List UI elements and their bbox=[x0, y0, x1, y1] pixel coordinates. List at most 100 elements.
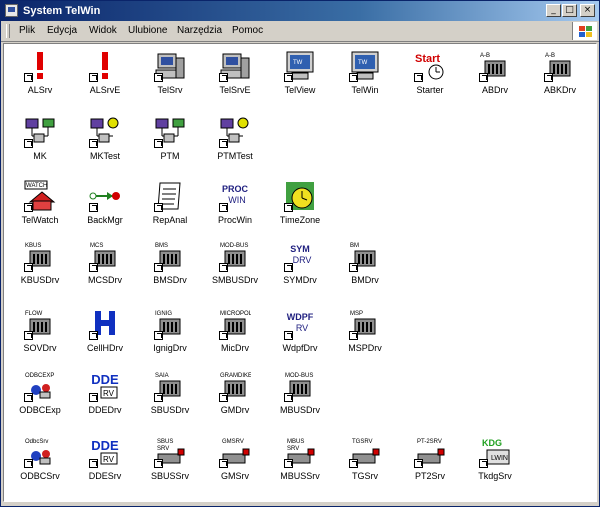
shortcut-telview[interactable]: TW TelView bbox=[268, 50, 332, 106]
shortcut-mktest[interactable]: MKTest bbox=[73, 116, 137, 172]
shortcut-mspdrv[interactable]: MSP MSPDrv bbox=[333, 308, 397, 364]
maximize-button[interactable]: □ bbox=[562, 4, 577, 17]
text-icon: PROC WIN bbox=[219, 180, 251, 212]
shortcut-arrow-icon bbox=[219, 263, 228, 272]
network-computers-icon bbox=[154, 116, 186, 148]
menu-bar: Plik Edycja Widok Ulubione Narzędzia Pom… bbox=[1, 21, 599, 42]
shortcut-arrow-icon bbox=[219, 459, 228, 468]
starter-clock-icon: Start bbox=[414, 50, 446, 82]
shortcut-odbcsrv[interactable]: OdbcSrv ODBCSrv bbox=[8, 436, 72, 492]
window-title: System TelWin bbox=[23, 5, 101, 17]
network-test-icon bbox=[89, 116, 121, 148]
shortcut-abkdrv[interactable]: A-B ABKDrv bbox=[528, 50, 592, 106]
shortcut-gmdrv[interactable]: GRAMDIKEN GMDrv bbox=[203, 370, 267, 426]
shortcut-ptm[interactable]: PTM bbox=[138, 116, 202, 172]
shortcut-kbusdrv[interactable]: KBUS KBUSDrv bbox=[8, 240, 72, 296]
shortcut-mbussrv[interactable]: MBUS SRV MBUSSrv bbox=[268, 436, 332, 492]
monitor-icon: TW bbox=[349, 50, 381, 82]
shortcut-micdrv[interactable]: MICROPOL MicDrv bbox=[203, 308, 267, 364]
shortcut-arrow-icon bbox=[284, 459, 293, 468]
shortcut-arrow-icon bbox=[89, 331, 98, 340]
shortcut-sovdrv[interactable]: FLOW SOVDrv bbox=[8, 308, 72, 364]
shortcut-cellhdrv[interactable]: CellHDrv bbox=[73, 308, 137, 364]
shortcut-starter[interactable]: Start Starter bbox=[398, 50, 462, 106]
shortcut-sbussrv[interactable]: SBUS SRV SBUSSrv bbox=[138, 436, 202, 492]
shortcut-symdrv[interactable]: SYM DRV SYMDrv bbox=[268, 240, 332, 296]
shortcut-label: TkdgSrv bbox=[478, 471, 512, 481]
shortcut-smbusdrv[interactable]: MOD-BUS SMBUSDrv bbox=[203, 240, 267, 296]
shortcut-alsrv[interactable]: ALSrv bbox=[8, 50, 72, 106]
shortcut-ddesrv[interactable]: DDE RV DDESrv bbox=[73, 436, 137, 492]
backup-arrow-icon bbox=[89, 180, 121, 212]
shortcut-gmsrv[interactable]: GMSRV GMSrv bbox=[203, 436, 267, 492]
shortcut-wdpfdrv[interactable]: WDPF RV WdpfDrv bbox=[268, 308, 332, 364]
shortcut-arrow-icon bbox=[24, 393, 33, 402]
svg-text:PROC: PROC bbox=[222, 184, 249, 194]
shortcut-arrow-icon bbox=[219, 73, 228, 82]
menu-plik[interactable]: Plik bbox=[19, 25, 35, 36]
shortcut-sbusdrv[interactable]: SAIA SBUSDrv bbox=[138, 370, 202, 426]
shortcut-procwin[interactable]: PROC WIN ProcWin bbox=[203, 180, 267, 236]
shortcut-arrow-icon bbox=[89, 263, 98, 272]
svg-text:RV: RV bbox=[296, 323, 308, 333]
kdg-icon: KDG LWIN bbox=[479, 436, 511, 468]
menu-ulubione[interactable]: Ulubione bbox=[128, 25, 167, 36]
menu-widok[interactable]: Widok bbox=[89, 25, 117, 36]
shortcut-telsrve[interactable]: TelSrvE bbox=[203, 50, 267, 106]
shortcut-ddedrv[interactable]: DDE RV DDEDrv bbox=[73, 370, 137, 426]
close-button[interactable]: × bbox=[580, 4, 595, 17]
server-label-icon: TGSRV bbox=[349, 436, 381, 468]
shortcut-label: PTM bbox=[160, 151, 180, 161]
server-label-icon: GMSRV bbox=[219, 436, 251, 468]
shortcut-label: SOVDrv bbox=[23, 343, 57, 353]
menu-narzedzia[interactable]: Narzędzia bbox=[177, 25, 222, 36]
shortcut-ptmtest[interactable]: PTMTest bbox=[203, 116, 267, 172]
driver-box-icon: GRAMDIKEN bbox=[219, 370, 251, 402]
shortcut-label: BackMgr bbox=[87, 215, 123, 225]
shortcut-telsrv[interactable]: TelSrv bbox=[138, 50, 202, 106]
shortcut-label: TimeZone bbox=[279, 215, 321, 225]
network-computers-icon bbox=[24, 116, 56, 148]
svg-text:GRAMDIKEN: GRAMDIKEN bbox=[220, 373, 251, 379]
minimize-button[interactable]: _ bbox=[546, 4, 561, 17]
shortcut-telwin[interactable]: TW TelWin bbox=[333, 50, 397, 106]
shortcut-tgsrv[interactable]: TGSRV TGSrv bbox=[333, 436, 397, 492]
shortcut-timezone[interactable]: TimeZone bbox=[268, 180, 332, 236]
shortcut-telwatch[interactable]: WATCH TelWatch bbox=[8, 180, 72, 236]
shortcut-arrow-icon bbox=[154, 203, 163, 212]
shortcut-arrow-icon bbox=[89, 393, 98, 402]
server-label-icon: MBUS SRV bbox=[284, 436, 316, 468]
shortcut-mcsdrv[interactable]: MCS MCSDrv bbox=[73, 240, 137, 296]
shortcut-mk[interactable]: MK bbox=[8, 116, 72, 172]
menu-edycja[interactable]: Edycja bbox=[47, 25, 77, 36]
svg-text:SRV: SRV bbox=[157, 446, 169, 452]
server-computer-icon bbox=[219, 50, 251, 82]
svg-text:MBUS: MBUS bbox=[287, 439, 304, 445]
shortcut-bmsdrv[interactable]: BMS BMSDrv bbox=[138, 240, 202, 296]
shortcut-label: BMDrv bbox=[351, 275, 379, 285]
shortcut-arrow-icon bbox=[479, 73, 488, 82]
alert-exclamation-icon bbox=[89, 50, 121, 82]
shortcut-label: BMSDrv bbox=[153, 275, 187, 285]
title-bar[interactable]: System TelWin _ □ × bbox=[1, 1, 599, 21]
shortcut-alsrve[interactable]: ALSrvE bbox=[73, 50, 137, 106]
shortcut-abdrv[interactable]: A-B ABDrv bbox=[463, 50, 527, 106]
shortcut-label: ABKDrv bbox=[543, 85, 576, 95]
shortcut-label: ABDrv bbox=[481, 85, 508, 95]
shortcut-arrow-icon bbox=[89, 139, 98, 148]
shortcut-ignigdrv[interactable]: IGNIG IgnigDrv bbox=[138, 308, 202, 364]
shortcut-mbusdrv[interactable]: MOD-BUS MBUSDrv bbox=[268, 370, 332, 426]
server-computer-icon bbox=[154, 50, 186, 82]
shortcut-odbcexp[interactable]: ODBCEXP ODBCExp bbox=[8, 370, 72, 426]
shortcut-tkdgsrv[interactable]: KDG LWIN TkdgSrv bbox=[463, 436, 527, 492]
shortcut-backmgr[interactable]: BackMgr bbox=[73, 180, 137, 236]
driver-box-icon: IGNIG bbox=[154, 308, 186, 340]
svg-text:DRV: DRV bbox=[293, 255, 312, 265]
shortcut-repanal[interactable]: RepAnal bbox=[138, 180, 202, 236]
shortcut-arrow-icon bbox=[24, 263, 33, 272]
icon-view[interactable]: ALSrv ALSrvE TelSrv TelSrvE TW TelView TW TelWi… bbox=[3, 43, 597, 502]
menu-pomoc[interactable]: Pomoc bbox=[232, 25, 263, 36]
shortcut-bmdrv[interactable]: BM BMDrv bbox=[333, 240, 397, 296]
explorer-window: System TelWin _ □ × Plik Edycja Widok Ul… bbox=[0, 0, 600, 507]
shortcut-pt2srv[interactable]: PT-2SRV PT2Srv bbox=[398, 436, 462, 492]
